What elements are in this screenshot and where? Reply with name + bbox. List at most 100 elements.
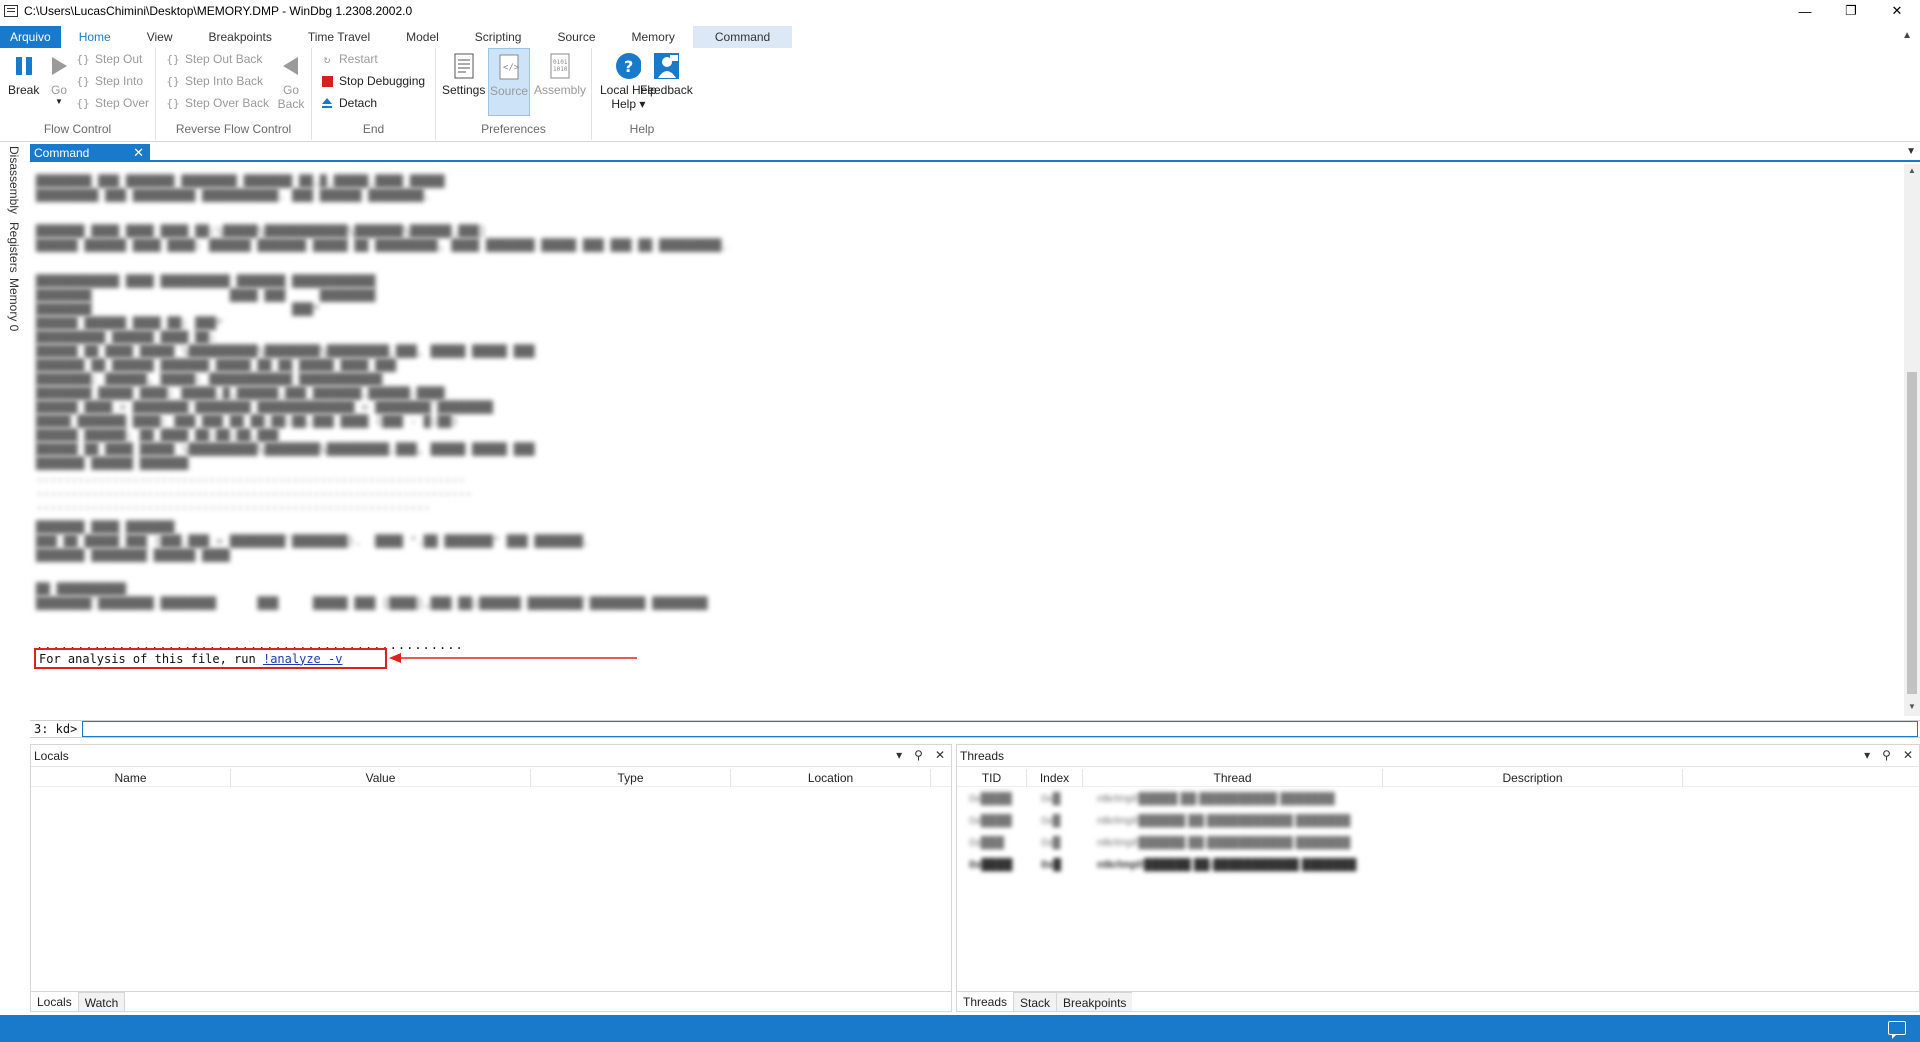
minimize-button[interactable]: — bbox=[1782, 0, 1828, 22]
group-preferences: Settings </> Source 0101 1010 Assembly Pr… bbox=[436, 48, 592, 140]
blurred-output-line: ████████ ███ ███████ ████████ ███████ ██… bbox=[36, 174, 445, 188]
column-value[interactable]: Value bbox=[231, 769, 531, 786]
group-help: ? Local Help Help ▾ Feedback Help bbox=[592, 48, 693, 140]
tab-threads[interactable]: Threads bbox=[957, 992, 1015, 1011]
blurred-output-line: ██████ ██████ ████ ██: ███* bbox=[36, 316, 223, 330]
restore-button[interactable]: ❐ bbox=[1828, 0, 1874, 22]
command-dropdown-icon[interactable]: ▼ bbox=[1906, 146, 1916, 157]
step-over-back-button[interactable]: {} Step Over Back bbox=[166, 96, 269, 110]
tab-view[interactable]: View bbox=[129, 26, 191, 48]
panel-menu-icon[interactable]: ▾ bbox=[896, 748, 902, 762]
command-output[interactable]: ████████ ███ ███████ ████████ ███████ ██… bbox=[30, 164, 1902, 716]
column-tid[interactable]: TID bbox=[957, 769, 1027, 786]
locals-header: Locals ▾ ⚲ ✕ bbox=[31, 745, 951, 767]
scroll-down-icon[interactable]: ▼ bbox=[1907, 702, 1917, 714]
kd-prompt: 3: kd> bbox=[34, 722, 78, 736]
window-controls: — ❐ ✕ bbox=[1782, 0, 1920, 22]
close-icon[interactable]: ✕ bbox=[1903, 748, 1913, 762]
break-button[interactable]: Break bbox=[8, 52, 39, 97]
blurred-output-line: ████████ ███* bbox=[36, 302, 320, 316]
table-row[interactable]: 0x████ 0x█ ntkrlmpl!██████ ██:███████████ … bbox=[957, 855, 1919, 877]
column-index[interactable]: Index bbox=[1027, 769, 1083, 786]
flow-control-label: Flow Control bbox=[43, 122, 112, 136]
chat-feedback-icon[interactable] bbox=[1888, 1021, 1906, 1039]
step-into-icon: {} bbox=[76, 74, 90, 88]
scrollbar-thumb[interactable] bbox=[1907, 372, 1917, 694]
assembly-button[interactable]: 0101 1010 Assembly bbox=[534, 52, 586, 97]
tab-breakpoints-panel[interactable]: Breakpoints bbox=[1057, 992, 1133, 1011]
threads-title: Threads bbox=[960, 748, 1005, 763]
step-into-button[interactable]: {} Step Into bbox=[76, 74, 143, 88]
column-name[interactable]: Name bbox=[31, 769, 231, 786]
annotation-arrow-icon bbox=[389, 653, 637, 663]
window-title: C:\Users\LucasChimini\Desktop\MEMORY.DMP… bbox=[24, 4, 413, 18]
column-location[interactable]: Location bbox=[731, 769, 931, 786]
assembly-binary-icon: 0101 1010 bbox=[547, 52, 573, 80]
tab-home[interactable]: Home bbox=[61, 26, 129, 48]
step-out-back-button[interactable]: {} Step Out Back bbox=[166, 52, 262, 66]
reverse-flow-control-label: Reverse Flow Control bbox=[175, 122, 292, 136]
source-button[interactable]: </> Source bbox=[488, 48, 530, 116]
side-tab-bar: Disassembly Registers Memory 0 bbox=[0, 142, 26, 1014]
blurred-output-line: ██████ ██ ████ █████ \██████████\███████… bbox=[36, 344, 535, 358]
step-over-icon: {} bbox=[76, 96, 90, 110]
tab-scripting[interactable]: Scripting bbox=[457, 26, 540, 48]
close-button[interactable]: ✕ bbox=[1874, 0, 1920, 22]
tab-watch[interactable]: Watch bbox=[78, 992, 126, 1011]
side-tab-memory[interactable]: Memory 0 bbox=[7, 278, 21, 331]
blurred-output-line: ███████ ████████ ██████ ████ bbox=[36, 548, 230, 562]
analyze-v-link[interactable]: !analyze -v bbox=[263, 652, 342, 666]
scroll-up-icon[interactable]: ▲ bbox=[1907, 166, 1917, 178]
pin-icon[interactable]: ⚲ bbox=[914, 748, 923, 762]
go-dropdown-icon[interactable]: ▼ bbox=[55, 97, 63, 106]
close-icon[interactable]: ✕ bbox=[133, 145, 144, 161]
ribbon-collapse-icon[interactable]: ▲ bbox=[1902, 30, 1912, 41]
windbg-app-icon bbox=[4, 5, 18, 17]
blurred-output-line: ███████ ████ ███████ bbox=[36, 520, 175, 534]
stop-debugging-button[interactable]: Stop Debugging bbox=[320, 74, 425, 88]
restart-button[interactable]: ↻ Restart bbox=[320, 52, 378, 66]
group-reverse-flow-control: {} Step Out Back {} Step Into Back {} Step … bbox=[156, 48, 312, 140]
tab-arquivo[interactable]: Arquivo bbox=[0, 26, 61, 48]
side-tab-disassembly[interactable]: Disassembly bbox=[7, 146, 21, 214]
svg-text:?: ? bbox=[624, 57, 633, 76]
table-row[interactable]: 0x███ 0x█ ntkrlmpl!██████ ██:███████████ █… bbox=[957, 833, 1919, 855]
tab-breakpoints[interactable]: Breakpoints bbox=[191, 26, 290, 48]
command-scrollbar[interactable]: ▲ ▼ bbox=[1904, 164, 1920, 716]
threads-column-headers: TID Index Thread Description bbox=[957, 769, 1919, 787]
tab-command-window[interactable]: Command ✕ bbox=[30, 144, 150, 162]
column-description[interactable]: Description bbox=[1383, 769, 1683, 786]
ribbon-tab-bar: Arquivo Home View Breakpoints Time Trave… bbox=[0, 26, 1920, 48]
locals-title: Locals bbox=[34, 748, 69, 763]
blurred-output-line: ██████ ████ = ████████`████████ ████████… bbox=[36, 400, 493, 414]
settings-button[interactable]: Settings bbox=[442, 52, 485, 97]
go-button[interactable]: Go ▼ bbox=[46, 52, 72, 106]
step-over-button[interactable]: {} Step Over bbox=[76, 96, 149, 110]
tab-stack[interactable]: Stack bbox=[1014, 992, 1058, 1011]
command-input[interactable] bbox=[82, 721, 1918, 737]
go-back-button[interactable]: Go Back bbox=[276, 52, 306, 111]
local-help-dropdown[interactable]: Help ▾ bbox=[611, 97, 645, 111]
blurred-output-line: ██████████ ██████ ████ ██: bbox=[36, 330, 217, 344]
step-into-back-icon: {} bbox=[166, 74, 180, 88]
tab-command[interactable]: Command bbox=[692, 26, 793, 48]
svg-text:1010: 1010 bbox=[553, 66, 568, 73]
column-thread[interactable]: Thread bbox=[1083, 769, 1383, 786]
step-out-button[interactable]: {} Step Out bbox=[76, 52, 142, 66]
panel-menu-icon[interactable]: ▾ bbox=[1864, 748, 1870, 762]
tab-model[interactable]: Model bbox=[388, 26, 457, 48]
tab-time-travel[interactable]: Time Travel bbox=[290, 26, 388, 48]
side-tab-registers[interactable]: Registers bbox=[7, 222, 21, 273]
table-row[interactable]: 0x████ 0x█ ntkrlmpl!█████ ██:██████████ ██… bbox=[957, 789, 1919, 811]
tab-locals[interactable]: Locals bbox=[31, 992, 79, 1011]
close-icon[interactable]: ✕ bbox=[935, 748, 945, 762]
tab-source[interactable]: Source bbox=[539, 26, 613, 48]
pin-icon[interactable]: ⚲ bbox=[1882, 748, 1891, 762]
detach-button[interactable]: Detach bbox=[320, 96, 377, 110]
blurred-output-line: ███ ██ █████ ███ (███.███ = ████████`███… bbox=[36, 534, 590, 548]
tab-memory[interactable]: Memory bbox=[614, 26, 693, 48]
step-into-back-button[interactable]: {} Step Into Back bbox=[166, 74, 263, 88]
table-row[interactable]: 0x████ 0x█ ntkrlmpl!██████ ██:███████████ … bbox=[957, 811, 1919, 833]
feedback-button[interactable]: Feedback bbox=[640, 52, 693, 97]
column-type[interactable]: Type bbox=[531, 769, 731, 786]
